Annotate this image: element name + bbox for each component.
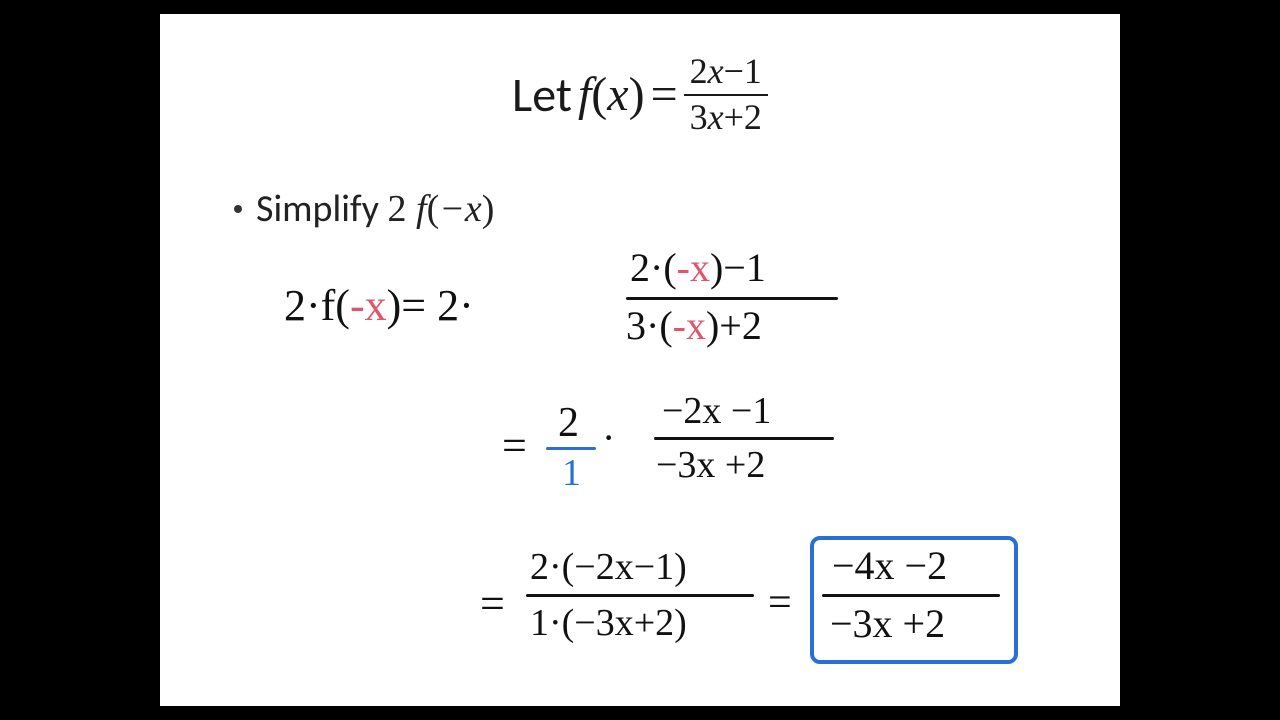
step3-denominator: 1·(−3x+2): [530, 604, 687, 642]
paren-open-2: (: [427, 188, 440, 230]
step1-den-negx: -x: [673, 303, 706, 348]
step3-equals: =: [480, 582, 505, 626]
step2-equals: =: [502, 424, 527, 468]
func-name: f: [578, 68, 591, 121]
paren-close: ): [629, 68, 645, 121]
step1-num-negx: -x: [677, 245, 710, 290]
step1-denominator: 3·(-x)+2: [626, 306, 762, 346]
answer-fraction-bar: [822, 594, 1000, 597]
step1-lhs: 2·f(-x)= 2·: [284, 284, 474, 328]
den-coef: 3: [690, 97, 708, 137]
step1-lhs-a: 2·f(: [284, 281, 350, 330]
step1-numerator: 2·(-x)−1: [630, 248, 766, 288]
let-text: Let: [512, 65, 572, 124]
step1-den-a: 3·(: [626, 303, 673, 348]
definition-fraction: 2x−1 3x+2: [684, 52, 768, 137]
func-name-2: f: [416, 188, 427, 230]
function-definition: Let f(x) = 2x−1 3x+2: [160, 52, 1120, 137]
answer-numerator: −4x −2: [832, 546, 947, 586]
step3-equals2: =: [768, 582, 792, 624]
bullet-icon: [234, 205, 242, 213]
num-coef: 2: [690, 51, 708, 91]
num-const: −1: [724, 51, 762, 91]
equals: =: [651, 67, 678, 122]
coef-2: 2: [388, 188, 417, 230]
step3-numerator: 2·(−2x−1): [530, 548, 687, 586]
paren-close-2: ): [482, 188, 495, 230]
step1-lhs-negx: -x: [350, 281, 387, 330]
arg-negx: −x: [439, 188, 482, 230]
step2-fraction-bar: [654, 437, 834, 440]
step2-dot: ·: [602, 418, 615, 458]
step1-num-a: 2·(: [630, 245, 677, 290]
problem-statement: Simplify 2 f(−x): [234, 186, 494, 232]
answer-denominator: −3x +2: [830, 604, 945, 644]
fraction-bar: [684, 94, 768, 96]
num-x: x: [708, 51, 724, 91]
den-x: x: [708, 97, 724, 137]
simplify-text: Simplify: [256, 186, 388, 232]
step2-two: 2: [558, 402, 579, 444]
step1-den-b: )+2: [706, 303, 762, 348]
step2-two-over-one-bar: [546, 447, 596, 450]
paren-open: (: [591, 68, 607, 121]
step1-lhs-b: )= 2·: [387, 281, 474, 330]
step1-num-b: )−1: [710, 245, 766, 290]
step1-fraction-bar: [626, 297, 838, 300]
slide: Let f(x) = 2x−1 3x+2 Simplify 2 f(−x): [160, 14, 1120, 706]
step2-denominator: −3x +2: [656, 446, 765, 484]
func-arg: x: [607, 68, 628, 121]
step3-fraction-bar: [526, 594, 754, 597]
den-const: +2: [724, 97, 762, 137]
step2-one: 1: [562, 454, 581, 492]
step2-numerator: −2x −1: [662, 392, 771, 430]
